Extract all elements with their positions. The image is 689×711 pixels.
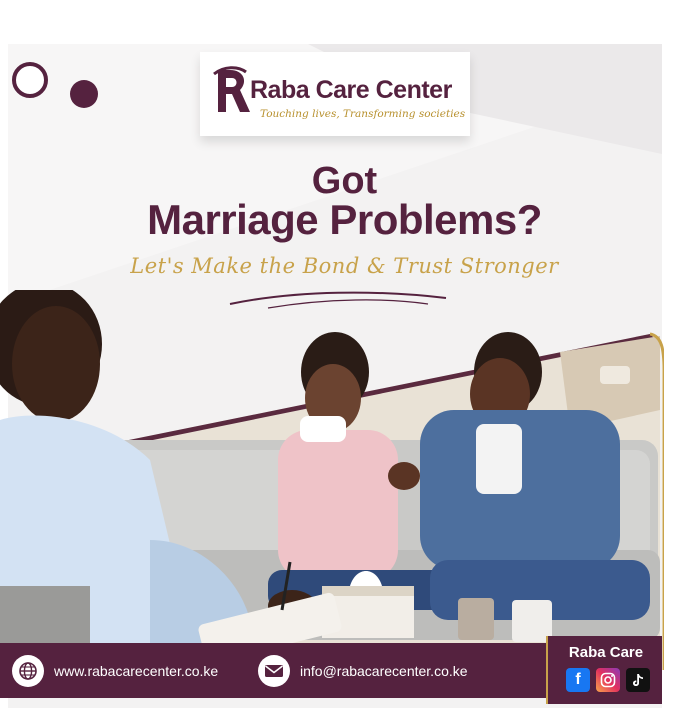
decorative-ring bbox=[12, 62, 48, 98]
contact-footer: www.rabacarecenter.co.ke info@rabacarece… bbox=[0, 643, 546, 698]
website-link[interactable]: www.rabacarecenter.co.ke bbox=[54, 663, 218, 679]
decorative-dot bbox=[70, 80, 98, 108]
instagram-icon[interactable] bbox=[596, 668, 620, 692]
website-item[interactable]: www.rabacarecenter.co.ke bbox=[12, 655, 218, 687]
email-link[interactable]: info@rabacarecenter.co.ke bbox=[300, 663, 468, 679]
email-item[interactable]: info@rabacarecenter.co.ke bbox=[258, 655, 468, 687]
social-panel: Raba Care f bbox=[546, 636, 662, 704]
tiktok-icon[interactable] bbox=[626, 668, 650, 692]
mail-icon bbox=[258, 655, 290, 687]
headline-line-2: Marriage Problems? bbox=[147, 196, 542, 243]
brand-tagline: Touching lives, Transforming societies bbox=[260, 108, 466, 120]
brand-name: Raba Care Center bbox=[250, 76, 452, 104]
facebook-icon[interactable]: f bbox=[566, 668, 590, 692]
counseling-session-photo bbox=[0, 290, 664, 670]
globe-icon bbox=[12, 655, 44, 687]
poster: Raba Care Center Touching lives, Transfo… bbox=[0, 0, 689, 711]
brand-logo: Raba Care Center Touching lives, Transfo… bbox=[200, 52, 470, 136]
social-icons: f bbox=[566, 668, 650, 692]
raba-r-monogram-icon bbox=[213, 66, 250, 112]
social-title: Raba Care bbox=[568, 644, 644, 661]
headline-subline: Let's Make the Bond & Trust Stronger bbox=[130, 254, 559, 278]
